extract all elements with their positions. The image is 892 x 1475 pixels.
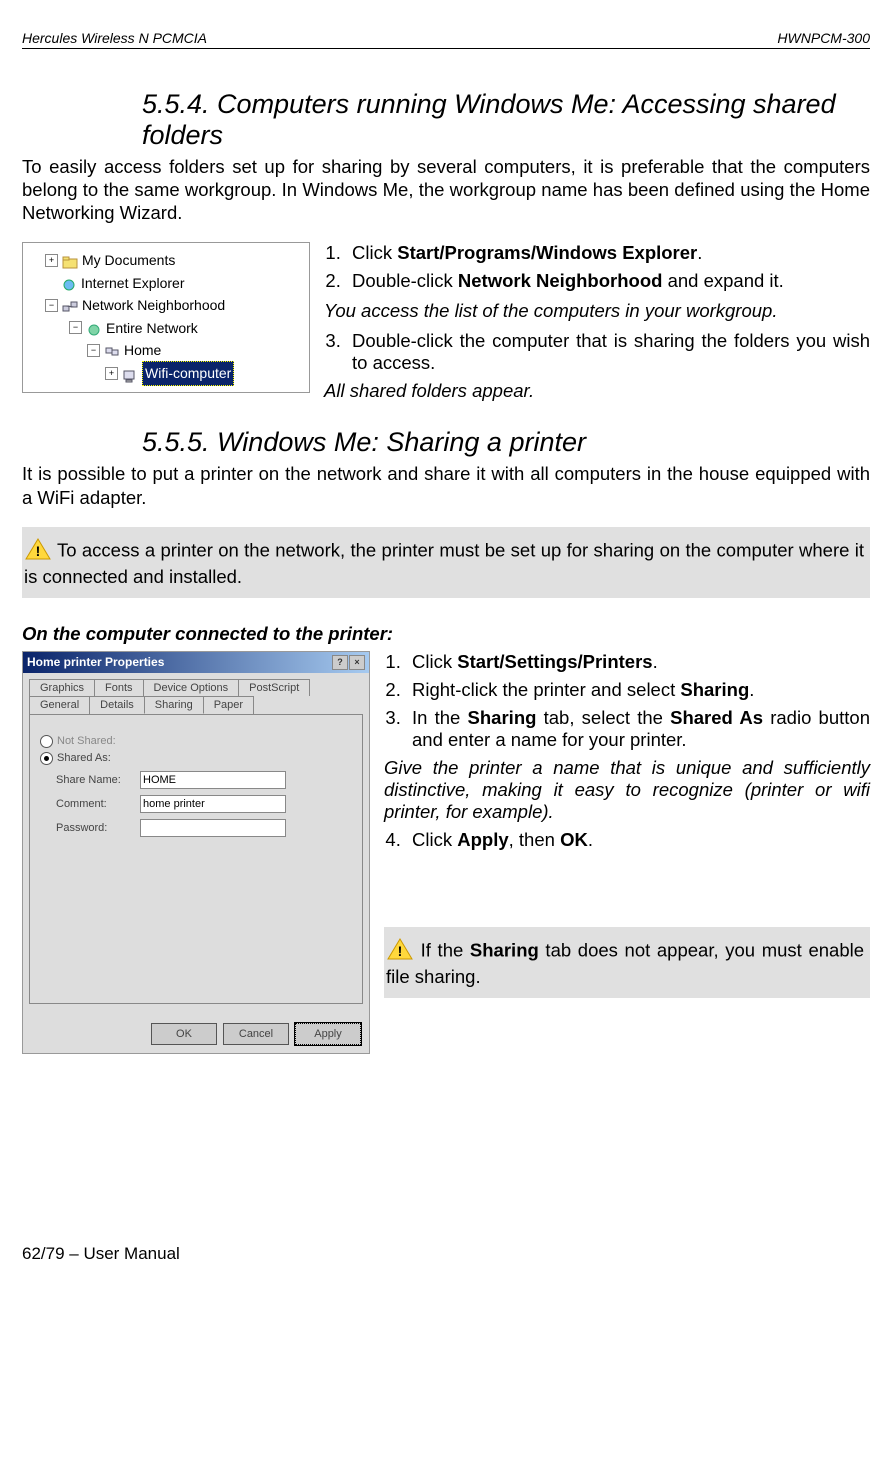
- label-share-name: Share Name:: [56, 774, 134, 786]
- ie-icon: [61, 276, 77, 290]
- printer-step-3: In the Sharing tab, select the Shared As…: [406, 707, 870, 751]
- header-left: Hercules Wireless N PCMCIA: [22, 30, 207, 46]
- step-1: Click Start/Programs/Windows Explorer.: [346, 242, 870, 264]
- collapse-icon[interactable]: −: [69, 321, 82, 334]
- step-2: Double-click Network Neighborhood and ex…: [346, 270, 870, 292]
- section-554-instructions: Click Start/Programs/Windows Explorer. D…: [324, 242, 870, 402]
- radio-not-shared[interactable]: [40, 735, 53, 748]
- input-comment[interactable]: [140, 795, 286, 813]
- tree-item-home[interactable]: Home: [124, 339, 161, 361]
- tree-item-my-documents[interactable]: My Documents: [82, 249, 175, 271]
- computer-icon: [122, 367, 138, 381]
- expand-icon[interactable]: +: [105, 367, 118, 380]
- header-right: HWNPCM-300: [777, 30, 870, 46]
- section-555-subhead: On the computer connected to the printer…: [22, 623, 870, 645]
- warning-box-2: ! If the Sharing tab does not appear, yo…: [384, 927, 870, 998]
- network-icon: [62, 298, 78, 312]
- page-footer: 62/79 – User Manual: [22, 1244, 870, 1264]
- label-password: Password:: [56, 822, 134, 834]
- page-header: Hercules Wireless N PCMCIA HWNPCM-300: [22, 30, 870, 49]
- collapse-icon[interactable]: −: [87, 344, 100, 357]
- network-tree-screenshot: + My Documents Internet Explorer −: [22, 242, 310, 392]
- section-554-title: 5.5.4. Computers running Windows Me: Acc…: [142, 89, 870, 151]
- tab-fonts[interactable]: Fonts: [94, 679, 144, 696]
- section-555-intro: It is possible to put a printer on the n…: [22, 462, 870, 508]
- cancel-button[interactable]: Cancel: [223, 1023, 289, 1045]
- tree-item-entire-network[interactable]: Entire Network: [106, 317, 198, 339]
- tab-general[interactable]: General: [29, 696, 90, 714]
- warning-icon: !: [24, 537, 52, 566]
- folder-icon: [62, 254, 78, 268]
- tree-item-wifi-computer[interactable]: Wifi-computer: [142, 361, 234, 385]
- expand-icon[interactable]: +: [45, 254, 58, 267]
- tree-item-ie[interactable]: Internet Explorer: [81, 272, 185, 294]
- section-555-title: 5.5.5. Windows Me: Sharing a printer: [142, 427, 870, 458]
- label-comment: Comment:: [56, 798, 134, 810]
- tree-item-network-neighborhood[interactable]: Network Neighborhood: [82, 294, 225, 316]
- dialog-title: Home printer Properties: [27, 655, 164, 669]
- tab-paper[interactable]: Paper: [203, 696, 254, 714]
- help-button[interactable]: ?: [332, 655, 348, 670]
- tab-postscript[interactable]: PostScript: [238, 679, 310, 696]
- radio-shared-as[interactable]: [40, 752, 53, 765]
- ok-button[interactable]: OK: [151, 1023, 217, 1045]
- tab-sharing[interactable]: Sharing: [144, 696, 204, 714]
- tab-details[interactable]: Details: [89, 696, 145, 714]
- tab-device-options[interactable]: Device Options: [143, 679, 240, 696]
- printer-properties-dialog: Home printer Properties ? × Graphics Fon…: [22, 651, 370, 1054]
- warning-box-1: ! To access a printer on the network, th…: [22, 527, 870, 598]
- svg-text:!: !: [398, 943, 403, 959]
- close-button[interactable]: ×: [349, 655, 365, 670]
- printer-step-note: Give the printer a name that is unique a…: [384, 757, 870, 823]
- step-note-1: You access the list of the computers in …: [324, 300, 870, 322]
- printer-step-1: Click Start/Settings/Printers.: [406, 651, 870, 673]
- computers-icon: [104, 343, 120, 357]
- input-password[interactable]: [140, 819, 286, 837]
- printer-step-2: Right-click the printer and select Shari…: [406, 679, 870, 701]
- label-not-shared: Not Shared:: [57, 735, 116, 747]
- input-share-name[interactable]: [140, 771, 286, 789]
- svg-text:!: !: [36, 543, 41, 559]
- tab-graphics[interactable]: Graphics: [29, 679, 95, 696]
- step-note-2: All shared folders appear.: [324, 380, 870, 402]
- step-3: Double-click the computer that is sharin…: [346, 330, 870, 374]
- collapse-icon[interactable]: −: [45, 299, 58, 312]
- section-554-intro: To easily access folders set up for shar…: [22, 155, 870, 224]
- globe-icon: [86, 321, 102, 335]
- label-shared-as: Shared As:: [57, 752, 111, 764]
- warning-icon: !: [386, 937, 414, 966]
- dialog-titlebar: Home printer Properties ? ×: [23, 652, 369, 673]
- apply-button[interactable]: Apply: [295, 1023, 361, 1045]
- printer-step-4: Click Apply, then OK.: [406, 829, 870, 851]
- section-555-instructions: Click Start/Settings/Printers. Right-cli…: [384, 651, 870, 998]
